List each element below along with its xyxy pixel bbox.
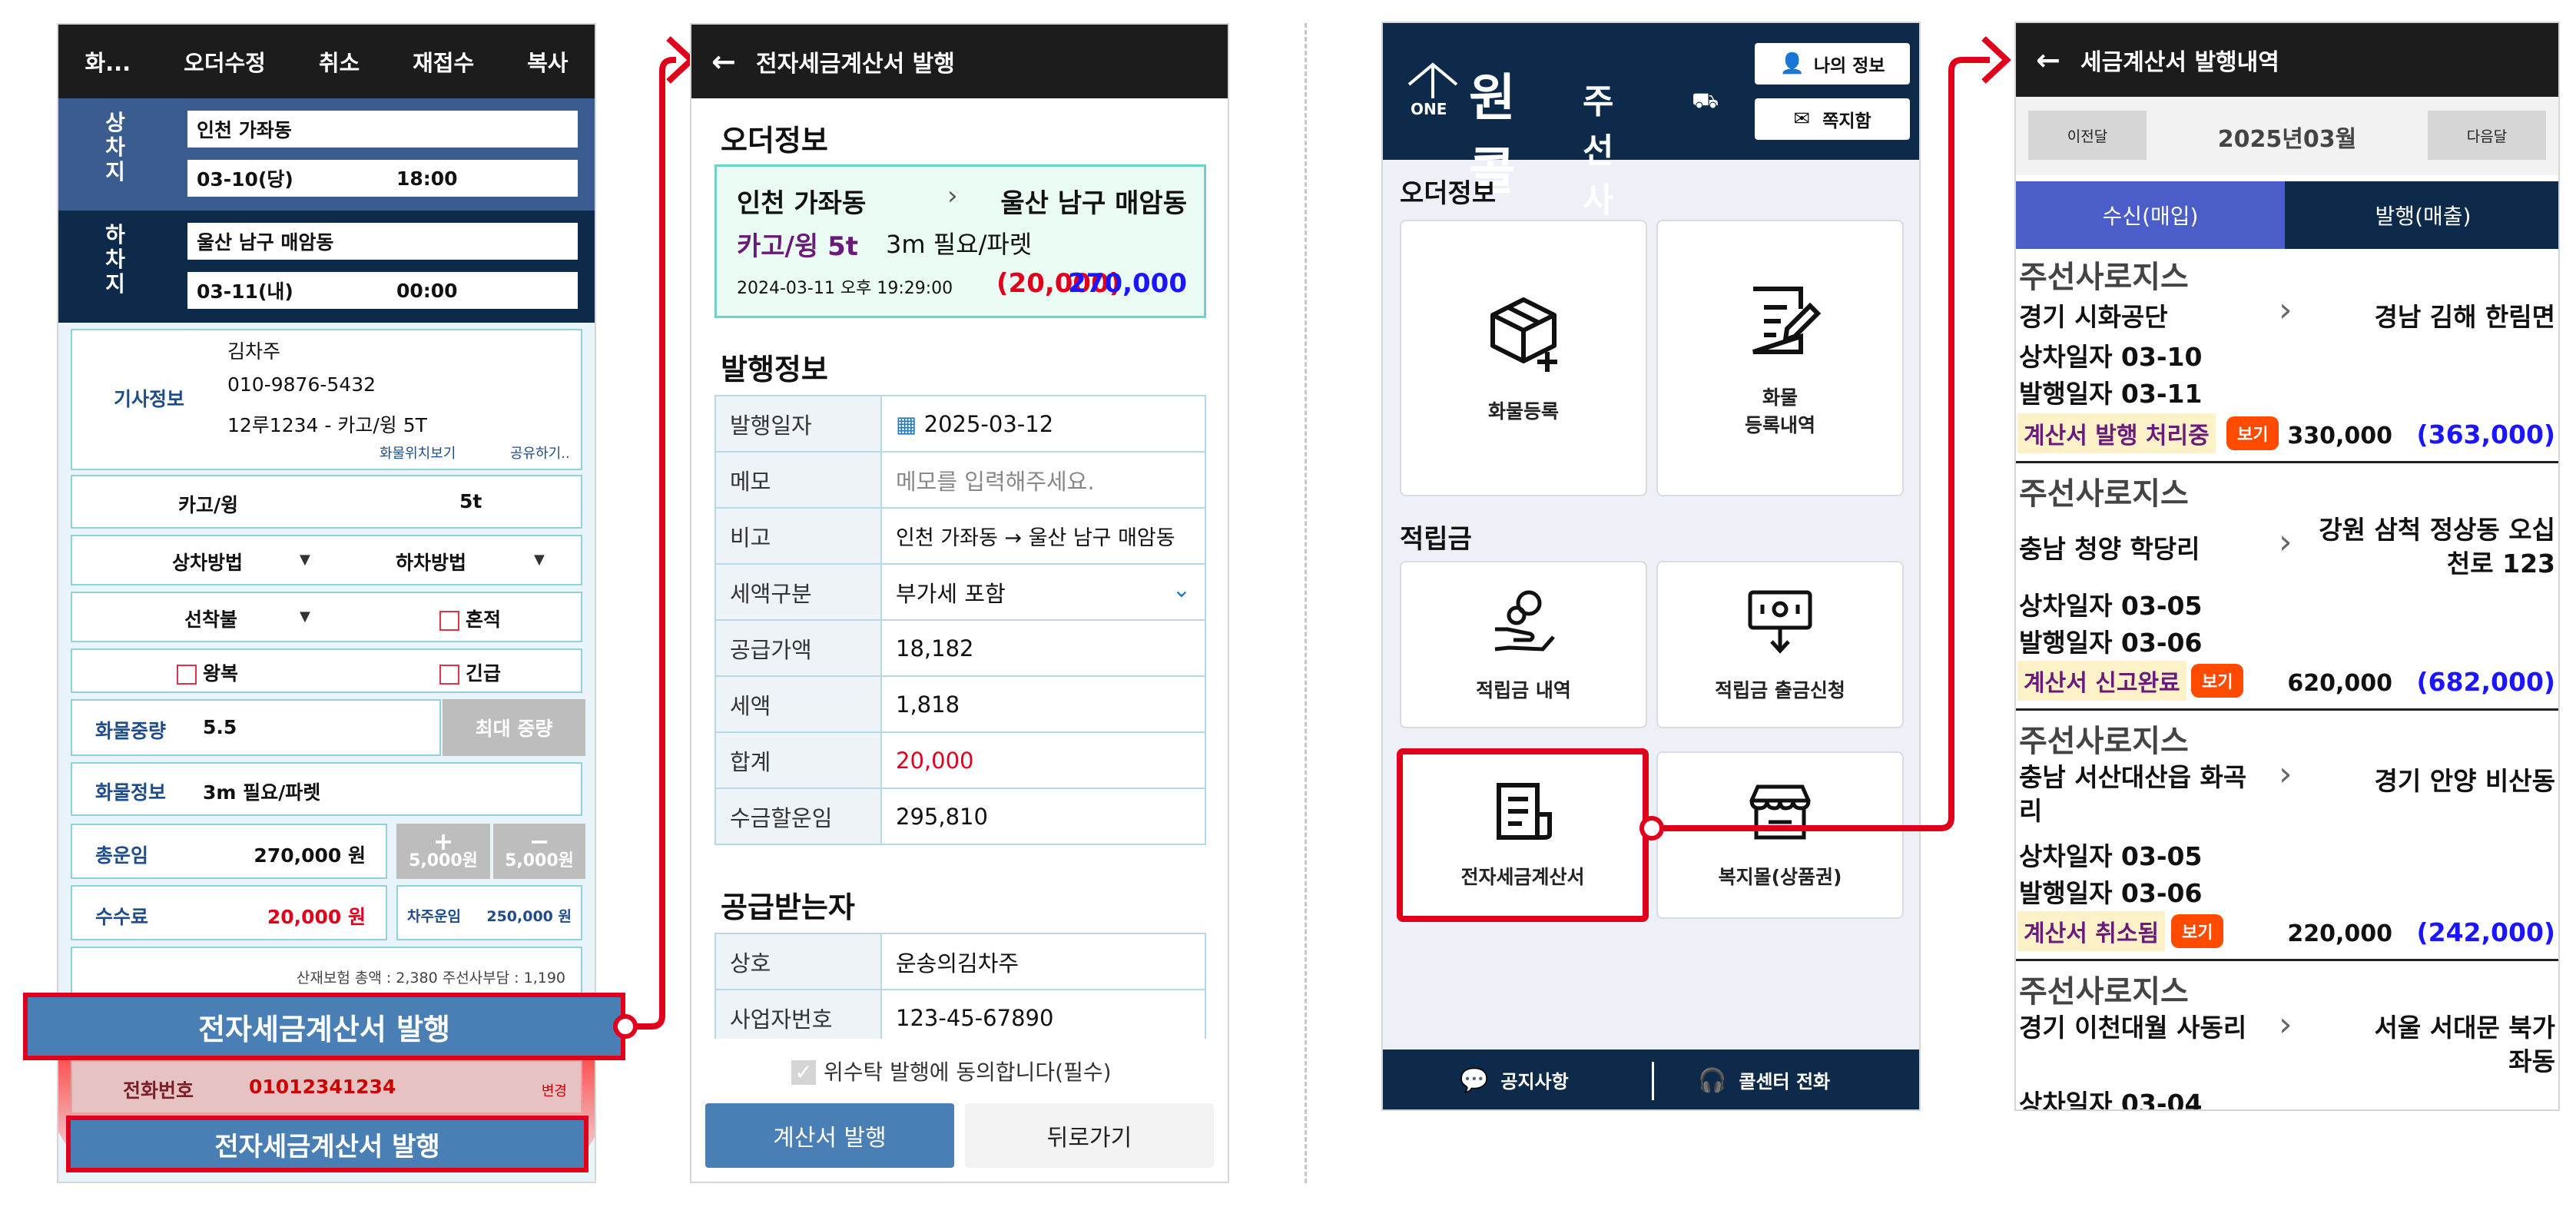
tab-issue[interactable]: 발행(매출) (2285, 181, 2558, 249)
item-pickup-date: 상차일자 03-05 (2019, 841, 2203, 871)
list-item[interactable]: 주선사로지스 경기 이천대월 사동리 › 서울 서대문 북가좌동 상차일자 03… (2016, 963, 2558, 1111)
list-item[interactable]: 주선사로지스 충남 서산대산읍 화곡리 › 경기 안양 비산동 상차일자 03-… (2016, 713, 2558, 963)
month-selector: 이전달 2025년03월 다음달 (2016, 97, 2558, 175)
chevron-right-icon: › (2279, 522, 2293, 562)
item-to: 강원 삼척 정상동 오십천로 123 (2319, 515, 2555, 579)
tab-receive[interactable]: 수신(매입) (2016, 181, 2285, 249)
status-badge: 계산서 발행 처리중 (2017, 413, 2216, 453)
screen-title: 세금계산서 발행내역 (2080, 49, 2279, 76)
item-amount: 220,000 (2287, 920, 2392, 947)
chevron-right-icon: › (2279, 290, 2293, 330)
item-company: 주선사로지스 (2019, 974, 2189, 1010)
item-amount: 620,000 (2287, 670, 2392, 697)
status-badge: 계산서 신고완료 (2017, 661, 2186, 701)
item-total: (242,000) (2416, 917, 2555, 947)
item-from: 경기 이천대월 사동리 (2019, 1013, 2247, 1043)
item-company: 주선사로지스 (2019, 260, 2189, 295)
item-company: 주선사로지스 (2019, 476, 2189, 512)
item-pickup-date: 상차일자 03-05 (2019, 591, 2203, 621)
view-button[interactable]: 보기 (2191, 664, 2244, 698)
item-amount: 330,000 (2287, 423, 2392, 449)
item-from: 충남 서산대산읍 화곡리 (2019, 762, 2247, 826)
item-divider (2016, 959, 2558, 961)
item-total: (363,000) (2416, 419, 2555, 449)
item-company: 주선사로지스 (2019, 724, 2189, 759)
item-issue-date: 발행일자 03-06 (2019, 628, 2203, 658)
status-badge: 계산서 취소됨 (2017, 911, 2166, 951)
item-pickup-date: 상차일자 03-10 (2019, 342, 2203, 372)
item-to: 서울 서대문 북가좌동 (2374, 1013, 2556, 1076)
item-to: 경남 김해 한림면 (2374, 302, 2556, 332)
item-from: 충남 청양 학당리 (2019, 534, 2200, 564)
chevron-right-icon: › (2279, 1005, 2293, 1044)
item-issue-date: 발행일자 03-06 (2019, 878, 2203, 908)
item-pickup-date: 상차일자 03-04 (2019, 1089, 2203, 1111)
item-to: 경기 안양 비산동 (2374, 766, 2556, 796)
item-divider (2016, 461, 2558, 463)
item-divider (2016, 708, 2558, 711)
list-item[interactable]: 주선사로지스 경기 시화공단 › 경남 김해 한림면 상차일자 03-10 발행… (2016, 249, 2558, 466)
item-total: (682,000) (2416, 667, 2555, 697)
view-button[interactable]: 보기 (2171, 914, 2224, 948)
next-month-button[interactable]: 다음달 (2428, 111, 2546, 160)
tax-invoice-history-screen: ← 세금계산서 발행내역 이전달 2025년03월 다음달 수신(매입) 발행(… (2014, 22, 2560, 1111)
list-item[interactable]: 주선사로지스 충남 청양 학당리 › 강원 삼척 정상동 오십천로 123 상차… (2016, 466, 2558, 713)
app-bar: ← 세금계산서 발행내역 (2016, 23, 2558, 97)
back-arrow-icon[interactable]: ← (2036, 43, 2080, 77)
chevron-right-icon: › (2279, 754, 2293, 794)
item-issue-date: 발행일자 03-11 (2019, 379, 2203, 409)
view-button[interactable]: 보기 (2226, 416, 2279, 450)
item-from: 경기 시화공단 (2019, 302, 2168, 332)
